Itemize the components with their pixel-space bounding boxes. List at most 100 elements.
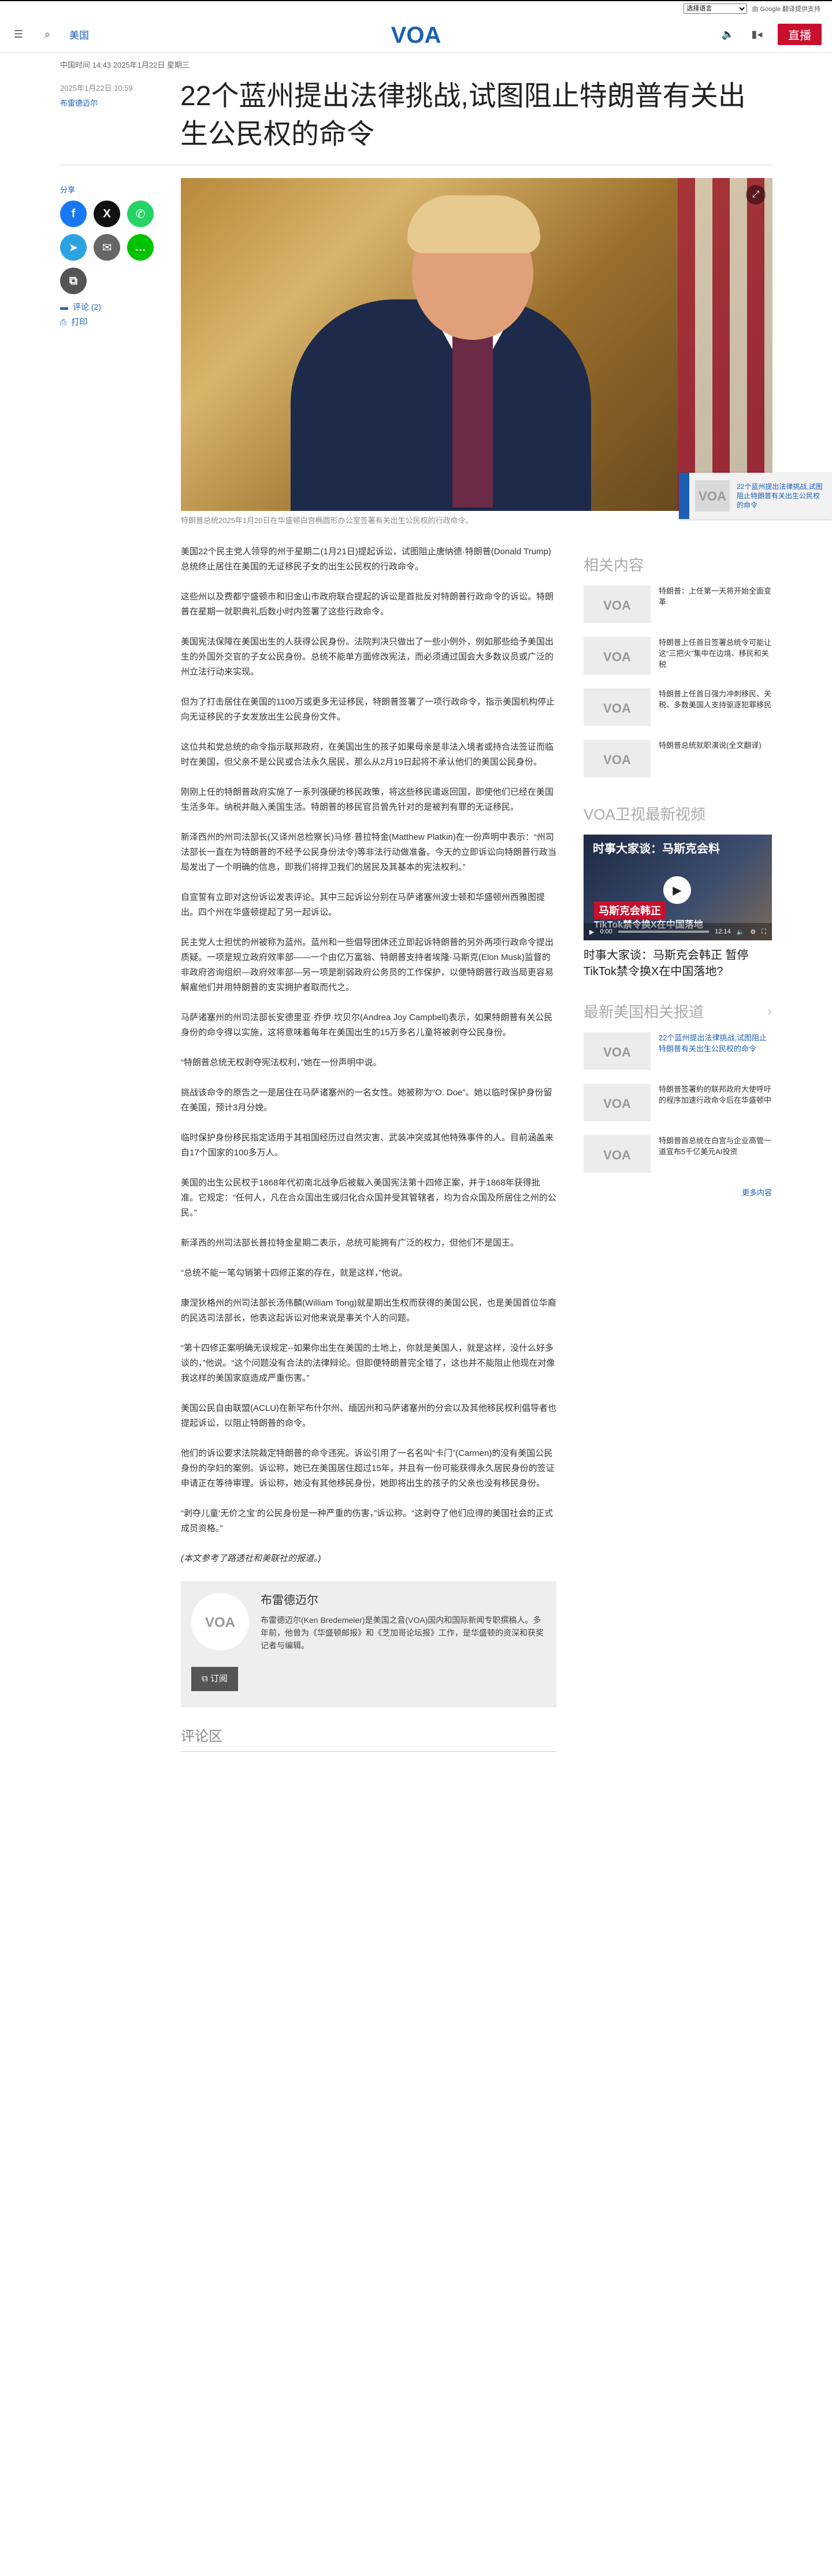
article-paragraph: 新泽西州的州司法部长(又译州总检察长)马修·普拉特金(Matthew Platk… [181, 832, 556, 872]
video-time-total: 12:14 [715, 928, 731, 935]
language-select[interactable]: 选择语言 [684, 3, 748, 14]
svg-text:VOA: VOA [699, 489, 726, 503]
share-panel: 分享 f X ✆ ➤ ✉ … ⧉ ▬ 评论 (2) ⎙ 打印 [60, 184, 164, 328]
sidebar-item-title: 22个蓝州提出法律挑战,试图阻止特朗普有关出生公民权的命令 [659, 1033, 767, 1053]
sidebar-item-title: 特朗普总统就职演说(全文翻译) [659, 741, 762, 750]
article-paragraph: 新泽西的州司法部长普拉特金星期二表示，总统可能拥有广泛的权力，但他们不是国王。 [181, 1238, 519, 1248]
article-paragraph: “总统不能一笔勾销第十四修正案的存在，就是这样，”他说。 [181, 1268, 408, 1278]
video-time-current: 0:00 [600, 928, 612, 935]
article-paragraph: 自宣誓有立即对这份诉讼发表评论。其中三起诉讼分别在马萨诸塞州波士顿和华盛顿州西雅… [181, 892, 545, 917]
voa-logo-thumb: VOA [695, 480, 730, 512]
image-caption: 特朗普总统2025年1月20日在华盛顿白宫椭圆形办公室签署有关出生公民权的行政命… [181, 516, 473, 525]
article-paragraph: 美国22个民主党人领导的州于星期二(1月21日)提起诉讼，试图阻止唐纳德·特朗普… [181, 547, 551, 572]
play-small-icon[interactable]: ▶ [589, 928, 594, 936]
x-icon[interactable]: X [94, 201, 120, 227]
video-overlay-title: 时事大家谈：马斯克会料 [593, 843, 720, 855]
live-button[interactable]: 直播 [778, 24, 822, 45]
voa-thumb: VOA [584, 1084, 651, 1121]
article-paragraph: 康涅狄格州的州司法部长汤伟麟(William Tong)就星期出生权而获得的美国… [181, 1298, 556, 1323]
svg-text:VOA: VOA [603, 1045, 631, 1059]
settings-icon[interactable]: ⚙ [750, 928, 756, 936]
audio-icon[interactable]: 🔈 [720, 27, 736, 43]
google-translate-label: 由 Google 翻译提供支持 [752, 6, 820, 13]
email-icon[interactable]: ✉ [94, 234, 120, 261]
related-title: 相关内容 [584, 557, 644, 574]
author-bio: 布雷德迈尔(Ken Bredemeier)是美国之音(VOA)国内和国际新闻专职… [261, 1615, 544, 1650]
article-paragraph: “特朗普总统无权剥夺宪法权利，”她在一份声明中说。 [181, 1058, 382, 1068]
svg-text:VOA: VOA [603, 753, 631, 767]
voa-thumb: VOA [584, 688, 651, 726]
comment-icon: ▬ [60, 302, 68, 312]
sidebar-item[interactable]: VOA 特朗普首总统在白宫与企业高管一道宣布5千亿美元AI投资 [584, 1135, 772, 1173]
sidebar-item[interactable]: VOA 22个蓝州提出法律挑战,试图阻止特朗普有关出生公民权的命令 [584, 1032, 772, 1070]
floating-card-title: 22个蓝州提出法律挑战,试图阻止特朗普有关出生公民权的命令 [737, 483, 823, 509]
sidebar-item[interactable]: VOA 特朗普总统就职演说(全文翻译) [584, 740, 772, 777]
video-controls: ▶ 0:00 12:14 🔈 ⚙ ⛶ [584, 923, 772, 940]
author-box: VOA 布雷德迈尔 布雷德迈尔(Ken Bredemeier)是美国之音(VOA… [181, 1581, 556, 1707]
video-title[interactable]: 时事大家谈：马斯克会韩正 暂停TikTok禁令换X在中国落地? [584, 947, 772, 980]
translate-bar: 选择语言 由 Google 翻译提供支持 [0, 0, 832, 16]
telegram-icon[interactable]: ➤ [60, 234, 87, 261]
article-paragraph: 刚刚上任的特朗普政府实施了一系列强硬的移民政策，将这些移民遣返回国，即使他们已经… [181, 787, 554, 812]
floating-article-card[interactable]: VOA 22个蓝州提出法律挑战,试图阻止特朗普有关出生公民权的命令 [679, 473, 832, 519]
play-icon[interactable]: ▶ [663, 876, 691, 904]
article-paragraph: “剥夺儿童‘无价之宝’的公民身份是一种严重的伤害，”诉讼称。“这剥夺了他们应得的… [181, 1508, 554, 1533]
section-link[interactable]: 美国 [69, 27, 89, 42]
sidebar-item[interactable]: VOA 特朗普：上任第一天将开始全面变革 [584, 585, 772, 623]
volume-icon[interactable]: 🔈 [737, 928, 745, 936]
sidebar-item[interactable]: VOA 特朗普签署約的联邦政府大使呼吁的程序加速行政命令后在华盛顿中 [584, 1084, 772, 1121]
date-line: 中国时间 14:43 2025年1月22日 星期三 [60, 61, 190, 69]
rss-icon: ⧉ [202, 1674, 210, 1684]
fullscreen-icon[interactable]: ⛶ [762, 928, 766, 936]
voa-logo[interactable]: VOA [387, 22, 445, 47]
article-paragraph: 美国的出生公民权于1868年代初南北战争后被载入美国宪法第十四修正案，并于186… [181, 1178, 556, 1218]
whatsapp-icon[interactable]: ✆ [127, 201, 154, 227]
sidebar-item[interactable]: VOA 特朗普上任首日签署总统令可能让这“三把火”集中在边境、移民和关税 [584, 637, 772, 674]
site-header: ☰ ⌕ 美国 VOA 🔈 ▮◂ 直播 [0, 16, 832, 53]
latest-title: 最新美国相关报道 › [584, 1003, 772, 1021]
video-progress[interactable] [618, 931, 710, 933]
article-paragraph: 挑战该命令的原告之一是居住在马萨诸塞州的一名女性。她被称为“O. Doe”。她以… [181, 1088, 552, 1113]
voa-thumb: VOA [584, 1135, 651, 1173]
print-link[interactable]: ⎙ 打印 [60, 316, 164, 328]
comments-link[interactable]: ▬ 评论 (2) [60, 301, 164, 313]
article-paragraph: 但为了打击居住在美国的1100万或更多无证移民，特朗普签署了一项行政命令，指示美… [181, 697, 555, 722]
sidebar-item-title: 特朗普：上任第一天将开始全面变革 [659, 587, 772, 606]
video-player[interactable]: 时事大家谈：马斯克会料 马斯克会韩正 TikTok禁令换X在中国落地 ▶ ▶ 0… [584, 835, 772, 940]
article-body: 美国22个民主党人领导的州于星期二(1月21日)提起诉讼，试图阻止唐纳德·特朗普… [181, 544, 556, 1752]
subscribe-button[interactable]: ⧉ 订阅 [191, 1667, 238, 1691]
article-paragraph: 这些州以及费都宁盛顿市和旧金山市政府联合提起的诉讼是首批反对特朗普行政命令的诉讼… [181, 592, 554, 617]
sidebar: 相关内容 VOA 特朗普：上任第一天将开始全面变革 VOA 特朗普上任首日签署总统令可… [584, 554, 772, 1198]
svg-text:VOA: VOA [603, 650, 631, 664]
article-paragraph: 临时保护身份移民指定适用于其祖国经历过自然灾害、武装冲突或其他特殊事件的人。目前… [181, 1133, 554, 1158]
article-paragraph: 美国宪法保障在美国出生的人获得公民身份。法院判决只做出了一些小例外，例如那些给予… [181, 637, 554, 677]
voa-thumb: VOA [584, 740, 651, 777]
svg-text:VOA: VOA [603, 1096, 631, 1111]
search-icon[interactable]: ⌕ [39, 27, 55, 43]
sidebar-item[interactable]: VOA 特朗普上任首日强力冲刺移民、关税、多数美国人支持驱逐犯罪移民 [584, 688, 772, 726]
chevron-right-icon[interactable]: › [768, 1004, 772, 1019]
more-link[interactable]: 更多内容 [584, 1187, 772, 1198]
svg-text:VOA: VOA [603, 1148, 631, 1162]
expand-icon[interactable]: ⤢ [746, 185, 766, 205]
source-note: (本文参考了路透社和美联社的报道。) [181, 1554, 321, 1563]
video-icon[interactable]: ▮◂ [749, 27, 765, 43]
sidebar-item-title: 特朗普首总统在白宫与企业高管一道宣布5千亿美元AI投资 [659, 1136, 772, 1156]
menu-icon[interactable]: ☰ [10, 27, 27, 43]
published-date: 2025年1月22日 10:59 [60, 84, 133, 92]
article-paragraph: 他们的诉讼要求法院裁定特朗普的命令违宪。诉讼引用了一名名叫“卡门”(Carmen… [181, 1448, 555, 1488]
voa-thumb: VOA [584, 585, 651, 623]
svg-text:VOA: VOA [603, 598, 631, 613]
voa-thumb: VOA [584, 637, 651, 674]
article-title: 22个蓝州提出法律挑战,试图阻止特朗普有关出生公民权的命令 [180, 81, 746, 150]
line-icon[interactable]: … [127, 234, 154, 261]
author-link[interactable]: 布雷德迈尔 [60, 96, 133, 111]
sidebar-item-title: 特朗普上任首日签署总统令可能让这“三把火”集中在边境、移民和关税 [659, 638, 772, 669]
sidebar-item-title: 特朗普签署約的联邦政府大使呼吁的程序加速行政命令后在华盛顿中 [659, 1085, 772, 1104]
article-paragraph: 这位共和党总统的命令指示联邦政府，在美国出生的孩子如果母亲是非法入境者或持合法签… [181, 742, 554, 767]
svg-text:VOA: VOA [391, 23, 441, 47]
svg-text:VOA: VOA [603, 701, 631, 716]
copy-link-icon[interactable]: ⧉ [60, 268, 87, 294]
print-icon: ⎙ [60, 317, 67, 327]
facebook-icon[interactable]: f [60, 201, 87, 227]
